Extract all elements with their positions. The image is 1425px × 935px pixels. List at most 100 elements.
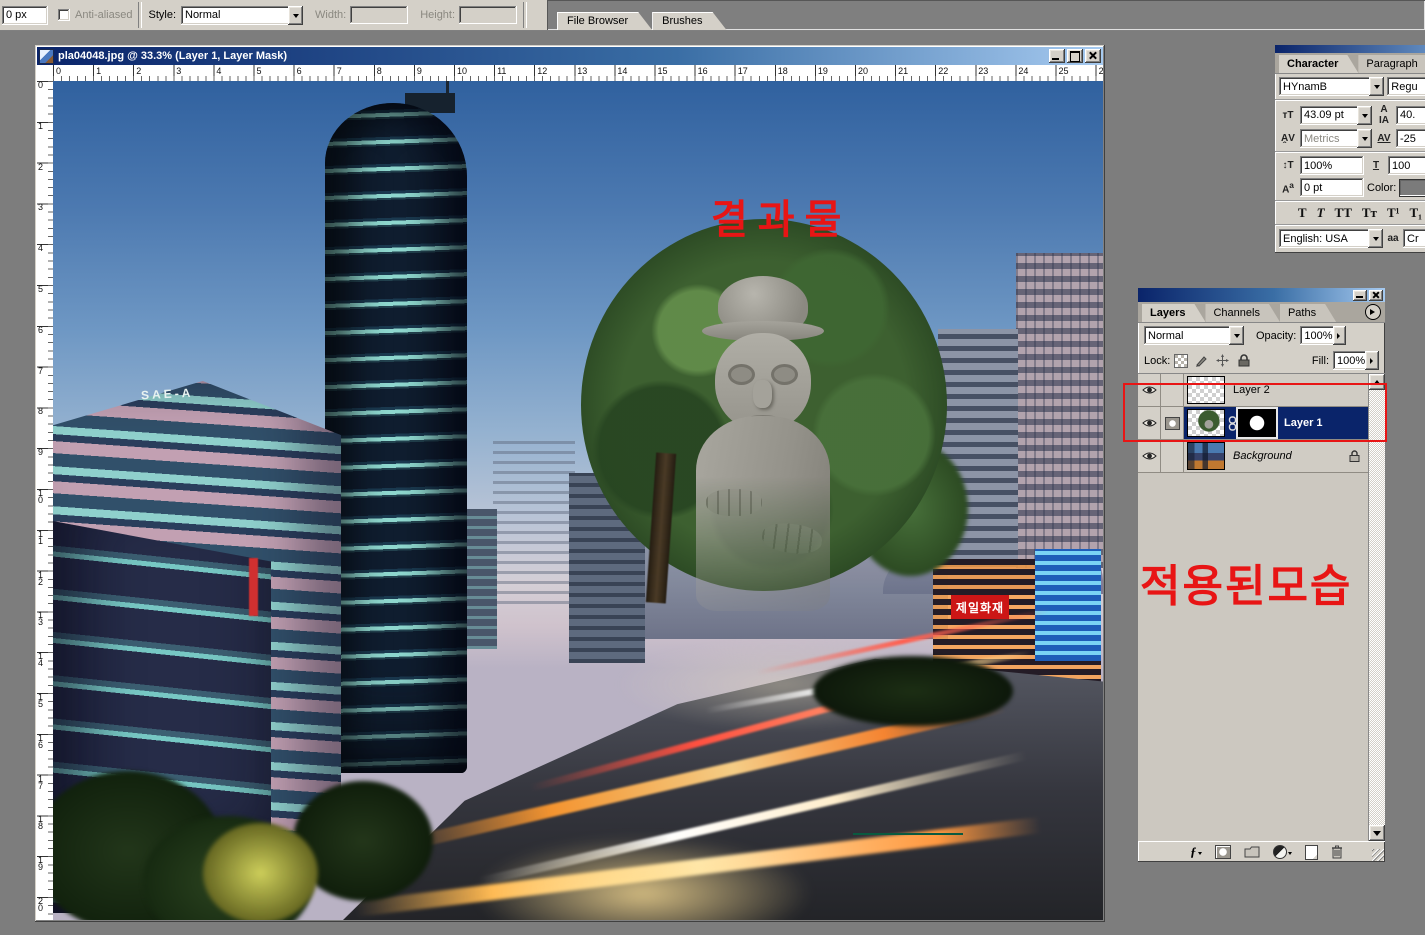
style-dropdown[interactable]: Normal	[181, 6, 303, 25]
photo-building-glass	[1035, 549, 1101, 661]
lock-pixels-icon[interactable]	[1194, 354, 1209, 368]
layer-row-layer2[interactable]: Layer 2	[1138, 374, 1368, 407]
dropdown-arrow-icon[interactable]	[288, 6, 303, 25]
resize-grip[interactable]	[1372, 849, 1384, 861]
close-button[interactable]	[1085, 49, 1101, 63]
divider	[1275, 99, 1425, 101]
horizontal-scale-input[interactable]: 100	[1388, 156, 1425, 175]
font-family-dropdown[interactable]: HYnamB	[1279, 77, 1384, 96]
link-well[interactable]	[1161, 374, 1184, 406]
tab-file-browser[interactable]: File Browser	[557, 12, 652, 30]
opacity-label: Opacity:	[1256, 330, 1296, 342]
opacity-input[interactable]: 100%	[1300, 326, 1346, 345]
lock-transparency-icon[interactable]	[1174, 354, 1188, 368]
character-palette: Character Paragraph HYnamB Regu ᴛT 43.09…	[1275, 45, 1425, 253]
language-dropdown[interactable]: English: USA	[1279, 229, 1383, 248]
visibility-toggle[interactable]	[1138, 374, 1161, 406]
dropdown-arrow-icon[interactable]	[1368, 229, 1383, 248]
visibility-toggle[interactable]	[1138, 440, 1161, 472]
document-icon	[39, 49, 54, 64]
layer-row-layer1[interactable]: Layer 1	[1138, 407, 1368, 440]
layer-name[interactable]: Layer 1	[1284, 417, 1323, 429]
ruler-number: 7	[337, 66, 342, 76]
adjustment-layer-button[interactable]	[1273, 845, 1292, 859]
leading-dropdown[interactable]: 40.	[1396, 106, 1425, 125]
new-layer-button[interactable]	[1305, 845, 1318, 860]
tab-paragraph[interactable]: Paragraph	[1358, 55, 1425, 73]
add-mask-button[interactable]	[1215, 845, 1231, 859]
minimize-button[interactable]	[1353, 290, 1367, 301]
ruler-number: 2	[38, 164, 46, 171]
lock-position-icon[interactable]	[1215, 354, 1230, 368]
close-button[interactable]	[1369, 290, 1383, 301]
scroll-down-button[interactable]	[1369, 825, 1385, 841]
feather-input[interactable]: 0 px	[2, 6, 48, 25]
palette-menu-button[interactable]	[1365, 304, 1381, 320]
dropdown-arrow-icon[interactable]	[1357, 129, 1372, 148]
lock-all-icon[interactable]	[1236, 354, 1251, 368]
text-color-swatch[interactable]	[1399, 179, 1425, 197]
font-size-dropdown[interactable]: 43.09 pt	[1300, 106, 1372, 125]
width-input[interactable]	[350, 6, 408, 24]
vertical-scale-input[interactable]: 100%	[1300, 156, 1364, 175]
dropdown-arrow-icon[interactable]	[1357, 106, 1372, 125]
layer-thumbnail[interactable]	[1187, 442, 1225, 470]
annotation-applied-text: 적용된모습	[1140, 550, 1352, 614]
minimize-button[interactable]	[1049, 49, 1065, 63]
delete-layer-button[interactable]	[1331, 845, 1343, 859]
layer-style-button[interactable]: ƒ	[1190, 844, 1202, 860]
tab-character[interactable]: Character	[1279, 55, 1358, 73]
annotation-result-text: 결과물	[711, 187, 851, 245]
dropdown-arrow-icon[interactable]	[1229, 326, 1244, 345]
all-caps-button[interactable]: TT	[1331, 205, 1356, 221]
layer-list-scrollbar[interactable]	[1368, 374, 1385, 841]
new-group-button[interactable]	[1244, 846, 1260, 858]
scroll-up-button[interactable]	[1369, 374, 1385, 390]
blend-mode-dropdown[interactable]: Normal	[1144, 326, 1244, 345]
photo-canvas[interactable]: 제일화재 SAE-A	[53, 81, 1103, 920]
kerning-dropdown[interactable]: Metrics	[1300, 129, 1372, 148]
tab-channels[interactable]: Channels	[1205, 304, 1279, 322]
maximize-button[interactable]	[1067, 49, 1083, 63]
height-input[interactable]	[459, 6, 517, 24]
tracking-icon: AV	[1375, 133, 1393, 144]
faux-italic-button[interactable]: T	[1313, 205, 1329, 221]
mask-edit-indicator[interactable]	[1161, 407, 1184, 439]
antialias-dropdown[interactable]: Cr	[1403, 229, 1425, 248]
anti-aliased-checkbox[interactable]	[58, 9, 70, 21]
layer-thumbnail[interactable]	[1187, 409, 1225, 437]
mask-link-icon	[1228, 416, 1237, 431]
layer-name[interactable]: Background	[1233, 450, 1292, 462]
tab-paths[interactable]: Paths	[1280, 304, 1336, 322]
document-titlebar[interactable]: pla04048.jpg @ 33.3% (Layer 1, Layer Mas…	[37, 47, 1103, 65]
vertical-ruler[interactable]: 01234567891011121314151617181920	[37, 81, 54, 920]
ruler-number: 10	[457, 66, 467, 76]
character-palette-titlebar[interactable]	[1275, 45, 1425, 53]
layers-palette-titlebar[interactable]	[1138, 288, 1385, 302]
divider	[1275, 151, 1425, 153]
layer-name[interactable]: Layer 2	[1233, 384, 1270, 396]
eye-icon	[1142, 451, 1157, 461]
subscript-button[interactable]: T₁	[1406, 205, 1425, 221]
mask-icon	[1165, 417, 1180, 430]
link-well[interactable]	[1161, 440, 1184, 472]
fill-input[interactable]: 100%	[1333, 351, 1379, 370]
anti-aliased-label: Anti-aliased	[75, 9, 132, 21]
horizontal-ruler[interactable]: 0123456789101112131415161718192021222324…	[53, 65, 1103, 82]
layer-row-background[interactable]: Background	[1138, 440, 1368, 473]
spinner-arrow-icon[interactable]	[1365, 351, 1379, 370]
tab-layers[interactable]: Layers	[1142, 304, 1205, 322]
layer-mask-thumbnail[interactable]	[1238, 409, 1276, 437]
spinner-arrow-icon[interactable]	[1333, 326, 1347, 345]
layer-thumbnail[interactable]	[1187, 376, 1225, 404]
tab-brushes[interactable]: Brushes	[652, 12, 726, 30]
baseline-shift-input[interactable]: 0 pt	[1300, 178, 1364, 197]
font-style-dropdown[interactable]: Regu	[1387, 77, 1425, 96]
dropdown-arrow-icon[interactable]	[1369, 77, 1384, 96]
visibility-toggle[interactable]	[1138, 407, 1161, 439]
lock-label: Lock:	[1144, 355, 1170, 367]
small-caps-button[interactable]: Tᴛ	[1358, 205, 1381, 221]
superscript-button[interactable]: T¹	[1383, 205, 1404, 221]
tracking-dropdown[interactable]: -25	[1396, 129, 1425, 148]
faux-bold-button[interactable]: T	[1294, 205, 1311, 221]
